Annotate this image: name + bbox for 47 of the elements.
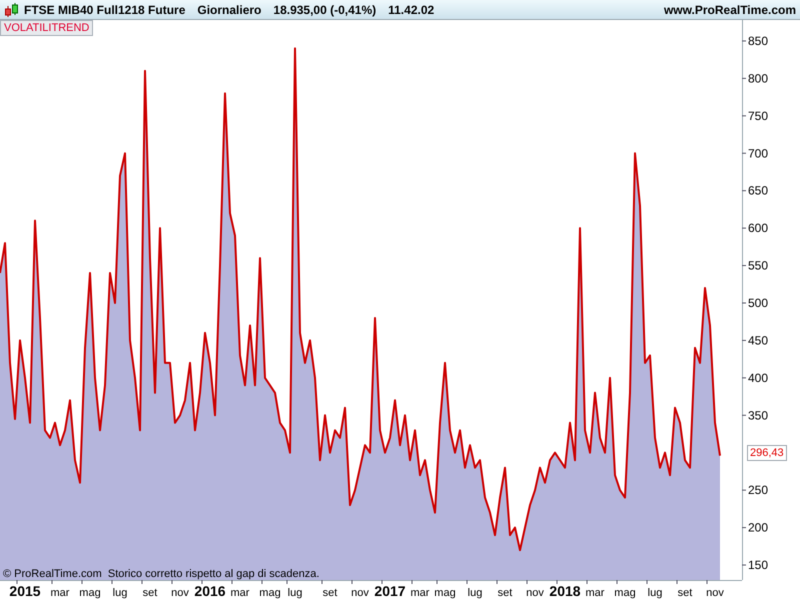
y-axis-label: 450 (748, 333, 768, 348)
x-axis-label: 2015 (9, 583, 41, 599)
x-axis-label: mag (614, 587, 636, 599)
time-label: 11.42.02 (388, 2, 434, 18)
x-axis-label: set (322, 587, 338, 599)
x-axis-label: set (142, 587, 158, 599)
y-axis-label: 700 (748, 146, 768, 160)
price-label: 18.935,00 (-0,41%) (273, 2, 376, 18)
x-axis-label: mar (230, 587, 250, 599)
last-value-label: 296,43 (747, 445, 787, 461)
x-axis-label: lug (112, 587, 128, 599)
x-axis-label: nov (706, 587, 724, 599)
x-axis-label: 2016 (194, 583, 226, 599)
y-axis-label: 850 (748, 34, 768, 48)
y-axis-label: 500 (748, 296, 768, 310)
y-axis-label: 250 (748, 483, 768, 498)
y-axis-label: 800 (748, 71, 768, 86)
x-axis-label: mag (259, 587, 281, 599)
copyright-note: © ProRealTime.com Storico corretto rispetto al gap di scadenza. (3, 567, 320, 582)
instrument-name: FTSE MIB40 Full1218 Future (24, 2, 186, 18)
y-axis-label: 200 (748, 520, 768, 535)
x-axis-label: lug (288, 587, 302, 599)
x-axis-label: nov (171, 587, 189, 599)
x-axis-label: lug (648, 587, 662, 599)
website-label: www.ProRealTime.com (664, 2, 796, 18)
y-axis-label: 150 (748, 558, 768, 572)
x-axis-label: mag (79, 587, 101, 599)
period-label: Giornaliero (197, 2, 262, 18)
indicator-label: VOLATILITREND (0, 20, 94, 36)
y-axis-label: 400 (748, 370, 768, 385)
y-axis-label: 750 (748, 108, 768, 123)
x-axis-label: 2017 (374, 583, 406, 599)
x-axis-label: 2018 (549, 583, 581, 599)
x-axis-label: mar (586, 587, 604, 599)
x-axis-label: set (678, 587, 692, 599)
x-axis-label: nov (351, 587, 369, 599)
x-axis-label: mar (410, 587, 430, 599)
x-axis-label: set (498, 587, 512, 599)
y-axis-label: 650 (748, 184, 768, 198)
y-axis-label: 350 (748, 408, 768, 422)
y-axis-label: 600 (748, 221, 768, 236)
y-axis-label: 550 (748, 258, 768, 273)
x-axis-label: lug (468, 587, 482, 599)
candlestick-icon (4, 2, 20, 18)
x-axis-label: nov (526, 587, 544, 599)
x-axis-label: mag (434, 587, 456, 599)
x-axis-label: mar (50, 587, 70, 599)
